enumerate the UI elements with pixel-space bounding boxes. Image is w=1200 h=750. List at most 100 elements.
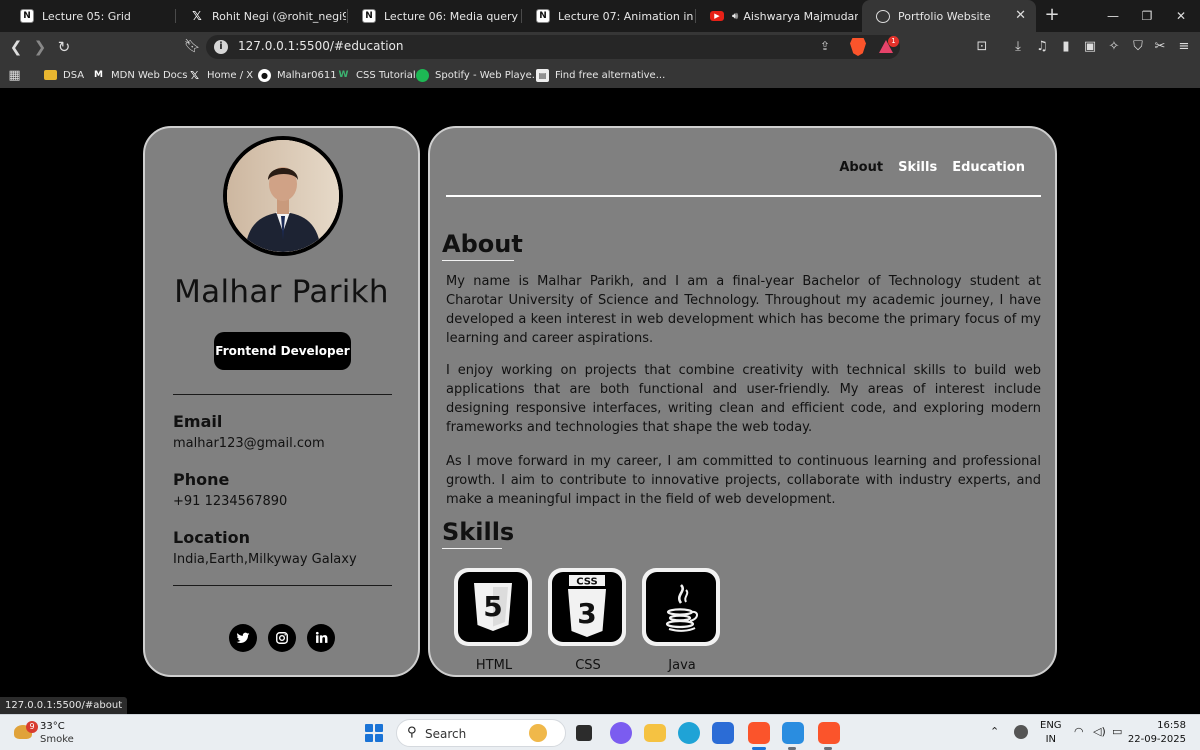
taskbar-search[interactable]: ⚲ Search — [396, 719, 566, 747]
system-clock[interactable]: 16:58 22-09-2025 — [1128, 719, 1186, 747]
apps-grid-icon[interactable]: ▦ — [8, 67, 27, 83]
email-value: malhar123@gmail.com — [173, 436, 325, 451]
page-viewport: Malhar Parikh Frontend Developer Email m… — [0, 88, 1200, 712]
status-bar-url: 127.0.0.1:5500/#about — [0, 697, 128, 714]
bookmark-github[interactable]: ● Malhar0611 — [258, 67, 337, 83]
brave-beta-icon[interactable] — [818, 722, 840, 744]
bookmark-css-tutorial[interactable]: W CSS Tutorial — [337, 67, 416, 83]
wifi-icon[interactable]: ◠ — [1074, 725, 1084, 738]
tab-lecture-05[interactable]: N Lecture 05: Grid — [6, 0, 174, 32]
phone-value: +91 1234567890 — [173, 494, 288, 509]
extensions-icon[interactable]: ✂ — [1152, 39, 1168, 55]
x-icon: 𝕏 — [190, 68, 199, 82]
brave-shields-icon[interactable] — [850, 38, 866, 56]
bookmark-home-x[interactable]: 𝕏 Home / X — [188, 67, 253, 83]
sidebar-icon[interactable]: ▮ — [1058, 39, 1074, 55]
youtube-icon: ▶ — [710, 11, 724, 21]
download-icon[interactable]: ⤓ — [1010, 39, 1026, 55]
weather-temp: 33°C — [40, 721, 65, 732]
bookmark-label: Find free alternative... — [555, 69, 666, 81]
screenshot-icon[interactable]: ⊡ — [974, 39, 990, 55]
notion-icon: N — [536, 9, 550, 23]
battery-icon[interactable]: ▭ — [1112, 725, 1122, 738]
nav-about-link[interactable]: About — [839, 160, 883, 175]
about-underline — [442, 260, 514, 261]
weather-desc: Smoke — [40, 734, 74, 745]
search-highlight-icon — [529, 724, 547, 742]
github-icon: ● — [258, 68, 271, 82]
notion-icon: N — [362, 9, 376, 23]
browser-toolbar: ❮ ❯ ↻ 🔖︎ i 127.0.0.1:5500/#education ⇪ 1… — [0, 32, 1200, 62]
divider — [173, 394, 392, 395]
about-paragraph: As I move forward in my career, I am com… — [446, 454, 1041, 507]
close-tab-icon[interactable]: ✕ — [1015, 8, 1026, 23]
bookmark-label: CSS Tutorial — [356, 69, 416, 81]
bookmarks-bar: ▦ DSA M MDN Web Docs 𝕏 Home / X ● Malhar… — [0, 62, 1200, 88]
about-heading: About — [442, 230, 523, 258]
bookmark-icon[interactable]: 🔖︎ — [182, 37, 202, 57]
bookmark-find-free[interactable]: ▤ Find free alternative... — [536, 67, 665, 83]
store-icon[interactable] — [712, 722, 734, 744]
edge-icon[interactable] — [678, 722, 700, 744]
leo-ai-icon[interactable]: ✧ — [1106, 39, 1122, 55]
bookmark-spotify[interactable]: Spotify - Web Playe... — [416, 67, 541, 83]
tab-portfolio-website[interactable]: Portfolio Website ✕ — [862, 0, 1036, 32]
bookmark-label: Home / X — [207, 69, 254, 81]
tab-youtube-navra[interactable]: ▶ 🔊︎ Aishwarya Majmudar | Navra — [696, 0, 858, 32]
top-nav: About Skills Education — [839, 160, 1025, 175]
twitter-icon[interactable] — [229, 624, 257, 652]
lang-code: ENG — [1040, 720, 1062, 731]
instagram-icon[interactable] — [268, 624, 296, 652]
css3-icon: CSS 3 — [548, 568, 626, 646]
mdn-icon: M — [94, 70, 103, 80]
vscode-icon[interactable] — [782, 722, 804, 744]
wallet-icon[interactable]: ▣ — [1082, 39, 1098, 55]
forward-button[interactable]: ❯ — [30, 37, 50, 57]
back-button[interactable]: ❮ — [6, 37, 26, 57]
skill-java: Java — [642, 568, 722, 673]
site-info-icon[interactable]: i — [214, 40, 228, 54]
css3-glyph: 3 — [577, 597, 596, 630]
skill-label: Java — [668, 658, 696, 673]
file-explorer-icon[interactable] — [644, 724, 666, 742]
clock-time: 16:58 — [1157, 720, 1186, 731]
skills-underline — [442, 548, 502, 549]
chevron-up-icon[interactable]: ⌃ — [990, 725, 999, 738]
bookmark-label: Spotify - Web Playe... — [435, 69, 542, 81]
search-placeholder: Search — [425, 727, 467, 741]
role-badge: Frontend Developer — [214, 332, 351, 370]
volume-icon[interactable]: ◁) — [1093, 725, 1106, 738]
browser-tab-bar: N Lecture 05: Grid 𝕏 Rohit Negi (@rohit_… — [0, 0, 1200, 32]
task-view-icon[interactable] — [576, 725, 592, 741]
security-tray-icon[interactable] — [1014, 725, 1028, 739]
bookmark-label: DSA — [63, 69, 85, 81]
new-tab-button[interactable]: + — [1042, 5, 1062, 25]
menu-icon[interactable]: ≡ — [1176, 39, 1192, 55]
nav-skills-link[interactable]: Skills — [898, 160, 937, 175]
weather-widget[interactable]: 9 33°C Smoke — [14, 719, 104, 747]
language-indicator[interactable]: ENG IN — [1040, 719, 1062, 747]
phone-label: Phone — [173, 470, 230, 489]
vpn-icon[interactable]: ⛉ — [1130, 39, 1146, 55]
tab-title: Aishwarya Majmudar | Navra — [743, 9, 858, 23]
start-button[interactable] — [365, 724, 383, 742]
share-icon[interactable]: ⇪ — [820, 39, 830, 53]
rewards-badge: 1 — [888, 36, 899, 47]
url-text[interactable]: 127.0.0.1:5500/#education — [238, 39, 403, 53]
bookmark-dsa[interactable]: DSA — [44, 67, 84, 83]
nav-education-link[interactable]: Education — [952, 160, 1025, 175]
close-window-button[interactable]: ✕ — [1158, 0, 1200, 32]
address-bar[interactable]: i 127.0.0.1:5500/#education ⇪ 1 — [206, 35, 900, 59]
bookmark-mdn[interactable]: M MDN Web Docs — [92, 67, 187, 83]
tab-lecture-07[interactable]: N Lecture 07: Animation in CSS — [522, 0, 694, 32]
tab-lecture-06[interactable]: N Lecture 06: Media query , Shado — [348, 0, 520, 32]
reload-button[interactable]: ↻ — [54, 37, 74, 57]
tab-rohit-negi-x[interactable]: 𝕏 Rohit Negi (@rohit_negi9) / X — [176, 0, 346, 32]
linkedin-icon[interactable] — [307, 624, 335, 652]
copilot-icon[interactable] — [610, 722, 632, 744]
profile-card: Malhar Parikh Frontend Developer Email m… — [143, 126, 420, 677]
brave-taskbar-icon[interactable] — [748, 722, 770, 744]
bookmark-label: Malhar0611 — [277, 69, 337, 81]
media-icon[interactable]: ♫ — [1034, 39, 1050, 55]
spotify-icon — [416, 68, 429, 82]
